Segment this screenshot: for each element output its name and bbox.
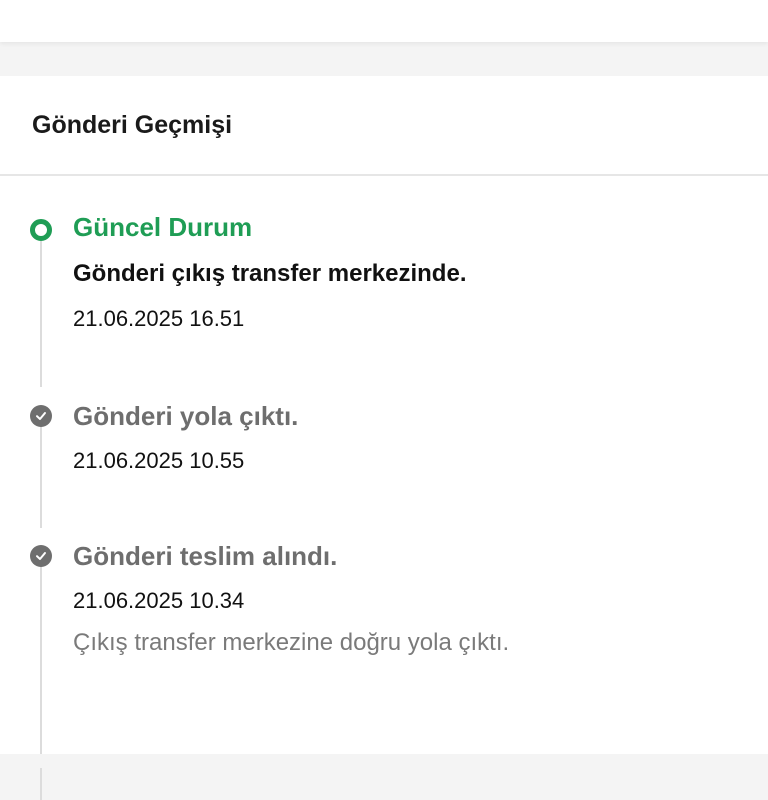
card-header: Gönderi Geçmişi bbox=[0, 76, 768, 176]
step-description: Gönderi çıkış transfer merkezinde. bbox=[73, 260, 467, 287]
step-note: Çıkış transfer merkezine doğru yola çıkt… bbox=[73, 629, 510, 656]
step-status-current: Güncel Durum bbox=[73, 212, 253, 242]
top-card bbox=[0, 0, 768, 42]
check-circle-icon bbox=[30, 405, 52, 427]
step-timestamp: 21.06.2025 16.51 bbox=[73, 306, 245, 331]
check-circle-icon bbox=[30, 545, 52, 567]
step-timestamp: 21.06.2025 10.55 bbox=[73, 448, 245, 473]
checkmark-icon bbox=[36, 552, 46, 560]
timeline-rail bbox=[40, 241, 42, 387]
step-timestamp: 21.06.2025 10.34 bbox=[73, 588, 245, 613]
timeline-rail bbox=[40, 426, 42, 528]
shipment-history-card: Gönderi Geçmişi Güncel Durum Gönderi çık… bbox=[0, 76, 768, 800]
card-title: Gönderi Geçmişi bbox=[32, 110, 233, 139]
bottom-strip bbox=[0, 754, 768, 768]
step-status: Gönderi teslim alındı. bbox=[73, 541, 338, 571]
current-status-ring-icon bbox=[30, 219, 52, 241]
checkmark-icon bbox=[36, 412, 46, 420]
step-status: Gönderi yola çıktı. bbox=[73, 401, 299, 431]
